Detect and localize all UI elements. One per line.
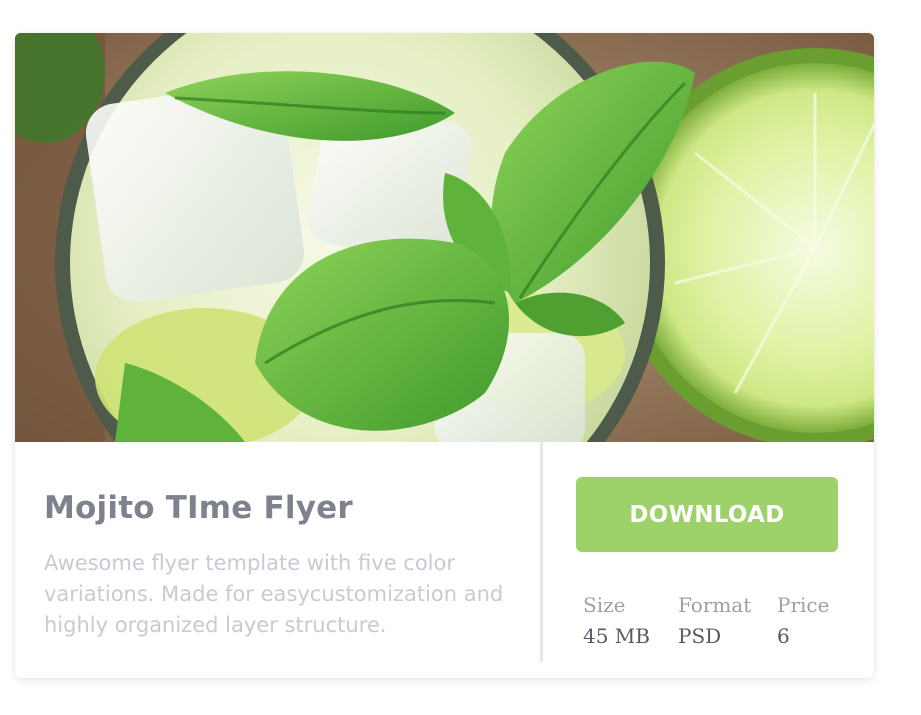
meta-size-value: 45 MB: [583, 624, 650, 648]
meta-price-label: Price: [777, 593, 830, 617]
product-title: Mojito TIme Flyer: [44, 490, 353, 526]
product-description: Awesome flyer template with five color v…: [44, 551, 504, 637]
product-image[interactable]: [15, 33, 874, 442]
meta-format: Format PSD: [678, 590, 751, 652]
vertical-divider: [540, 442, 543, 662]
meta-format-label: Format: [678, 593, 752, 617]
meta-price-value: 6: [777, 624, 790, 648]
meta-size: Size 45 MB: [583, 590, 650, 652]
download-button[interactable]: DOWNLOAD: [576, 477, 838, 552]
product-info: Mojito TIme Flyer Awesome flyer template…: [15, 442, 874, 678]
meta-format-value: PSD: [678, 624, 722, 648]
product-card: Mojito TIme Flyer Awesome flyer template…: [15, 33, 874, 678]
meta-price: Price 6: [777, 590, 829, 652]
meta-size-label: Size: [583, 593, 626, 617]
mojito-image-icon: [15, 33, 874, 442]
